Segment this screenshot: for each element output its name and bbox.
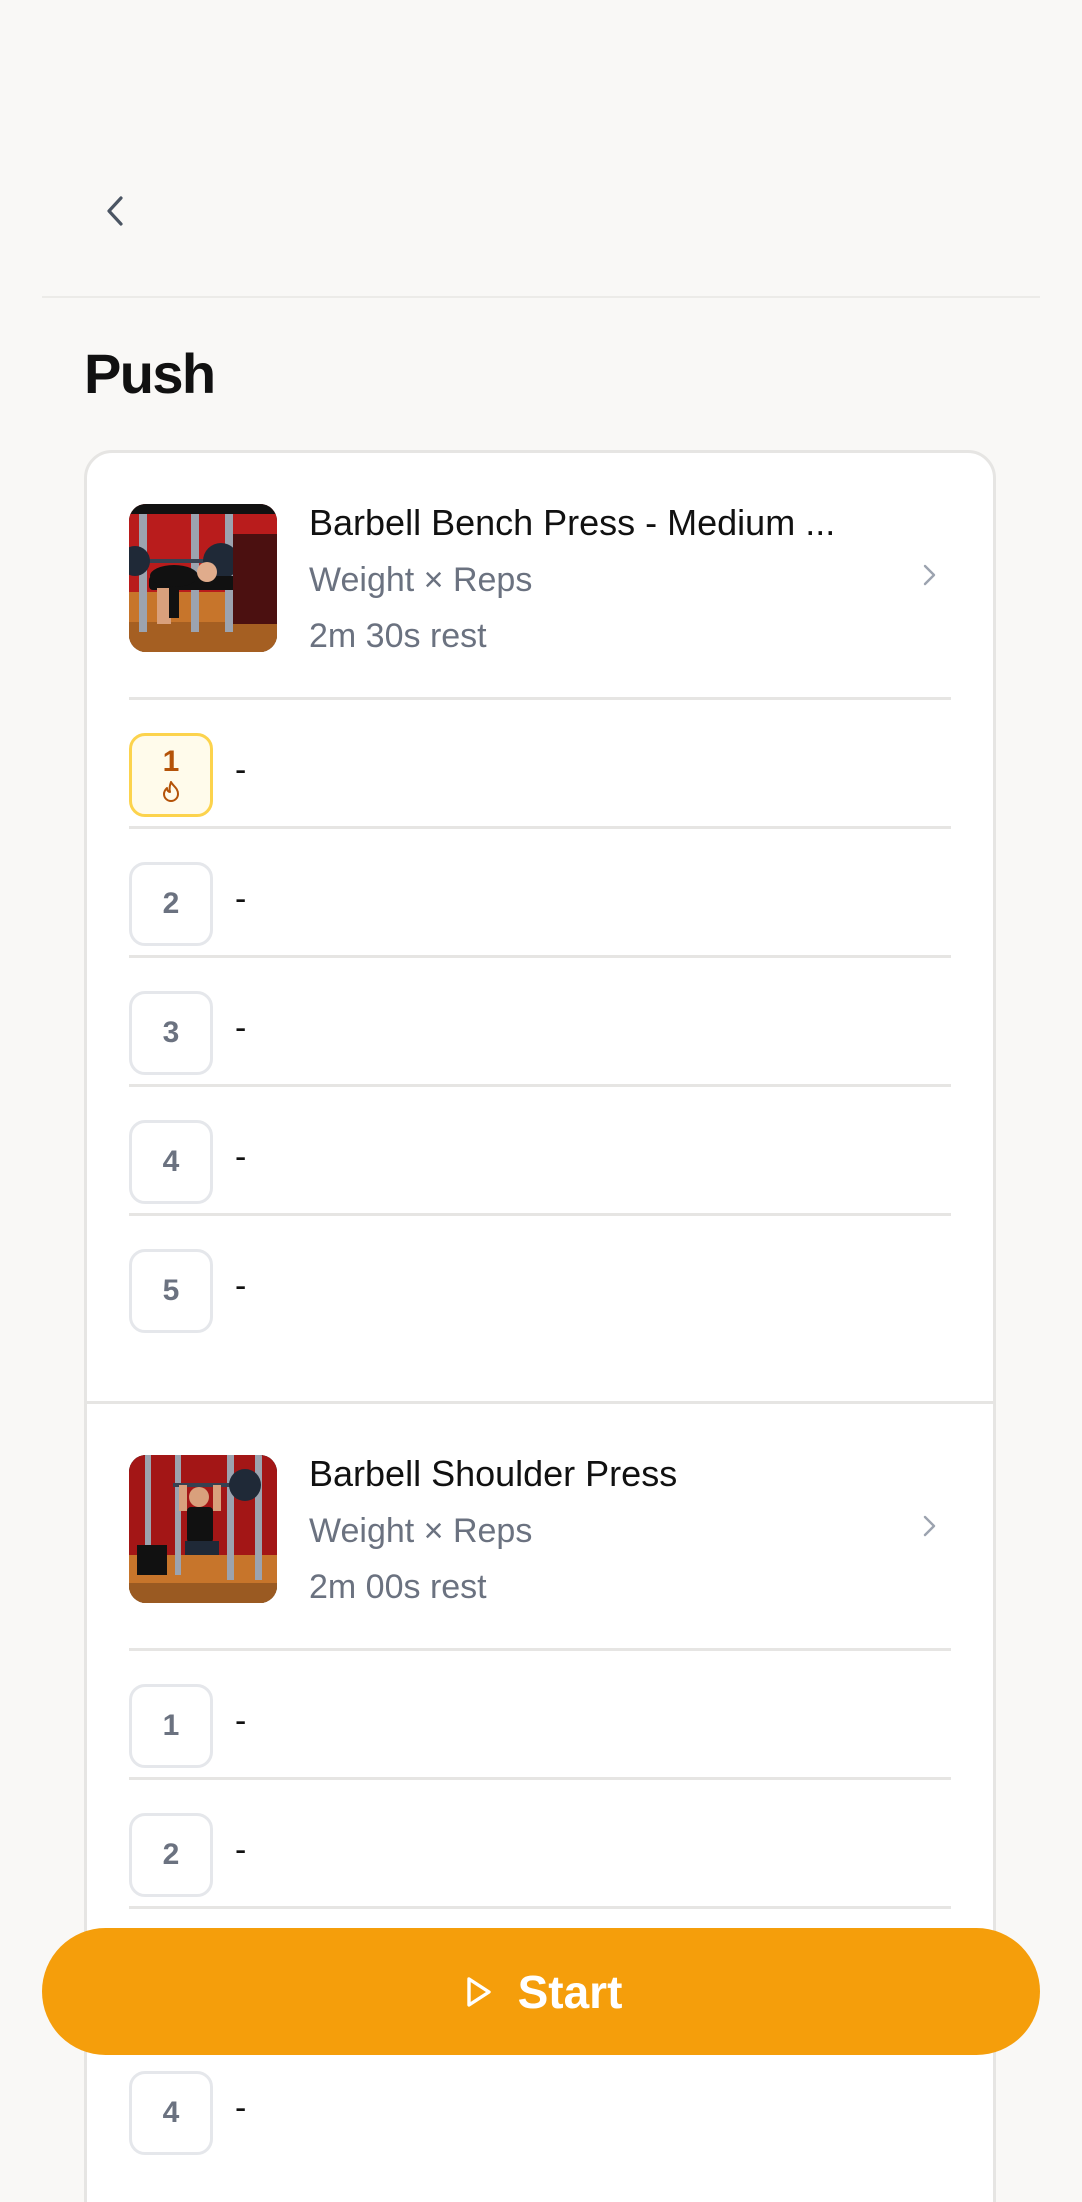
set-number-badge[interactable]: 1 <box>129 1684 213 1768</box>
set-value: - <box>235 1009 247 1047</box>
start-button-label: Start <box>517 1965 623 2018</box>
set-number: 2 <box>162 1838 180 1871</box>
set-row: 4 - <box>129 2038 951 2167</box>
exercise-card: Barbell Bench Press - Medium ... Weight … <box>87 453 993 1345</box>
set-number-badge-warmup[interactable]: 1 <box>129 733 213 817</box>
set-value: - <box>235 1702 247 1740</box>
exercise-rest-time: 2m 00s rest <box>309 1568 487 1606</box>
set-value: - <box>235 1138 247 1176</box>
set-number: 4 <box>162 2096 180 2129</box>
set-number: 3 <box>162 1016 180 1049</box>
exercise-tracking-type: Weight × Reps <box>309 1512 533 1550</box>
set-number: 2 <box>162 887 180 920</box>
exercise-thumbnail <box>129 504 277 652</box>
chevron-right-icon <box>923 1515 936 1537</box>
chevron-right-icon <box>923 564 936 586</box>
set-number-badge[interactable]: 4 <box>129 2071 213 2155</box>
play-icon <box>466 1976 491 2007</box>
set-value: - <box>235 880 247 918</box>
set-number: 5 <box>162 1274 180 1307</box>
set-number: 1 <box>162 745 180 778</box>
set-row: 1 - <box>129 700 951 829</box>
exercise-name: Barbell Shoulder Press <box>309 1453 678 1494</box>
set-row: 4 - <box>129 1087 951 1216</box>
back-button[interactable] <box>85 180 147 242</box>
exercise-header[interactable]: Barbell Shoulder Press Weight × Reps 2m … <box>129 1404 951 1651</box>
top-navigation-bar <box>42 0 1040 298</box>
exercise-header[interactable]: Barbell Bench Press - Medium ... Weight … <box>129 453 951 700</box>
bench-press-photo <box>129 504 277 652</box>
chevron-left-icon <box>107 196 123 226</box>
exercise-rest-time: 2m 30s rest <box>309 617 487 655</box>
set-number-badge[interactable]: 2 <box>129 1813 213 1897</box>
set-value: - <box>235 1267 247 1305</box>
set-number-badge[interactable]: 2 <box>129 862 213 946</box>
exercise-name: Barbell Bench Press - Medium ... <box>309 502 836 543</box>
page-title: Push <box>84 342 216 405</box>
flame-icon <box>163 781 179 802</box>
set-number: 4 <box>162 1145 180 1178</box>
set-row: 1 - <box>129 1651 951 1780</box>
set-row: 2 - <box>129 1780 951 1909</box>
set-row: 2 - <box>129 829 951 958</box>
set-value: - <box>235 2089 247 2127</box>
workout-detail-screen: Push Barbell Bench Press - Medium ... We… <box>0 0 1082 2202</box>
exercise-tracking-type: Weight × Reps <box>309 561 533 599</box>
set-number: 1 <box>162 1709 180 1742</box>
set-value: - <box>235 751 247 789</box>
set-number-badge[interactable]: 5 <box>129 1249 213 1333</box>
set-row: 3 - <box>129 958 951 1087</box>
set-value: - <box>235 1831 247 1869</box>
shoulder-press-photo <box>129 1455 277 1603</box>
set-row: 5 - <box>129 1216 951 1345</box>
start-workout-button[interactable]: Start <box>42 1928 1040 2055</box>
exercise-thumbnail <box>129 1455 277 1603</box>
set-number-badge[interactable]: 3 <box>129 991 213 1075</box>
set-number-badge[interactable]: 4 <box>129 1120 213 1204</box>
